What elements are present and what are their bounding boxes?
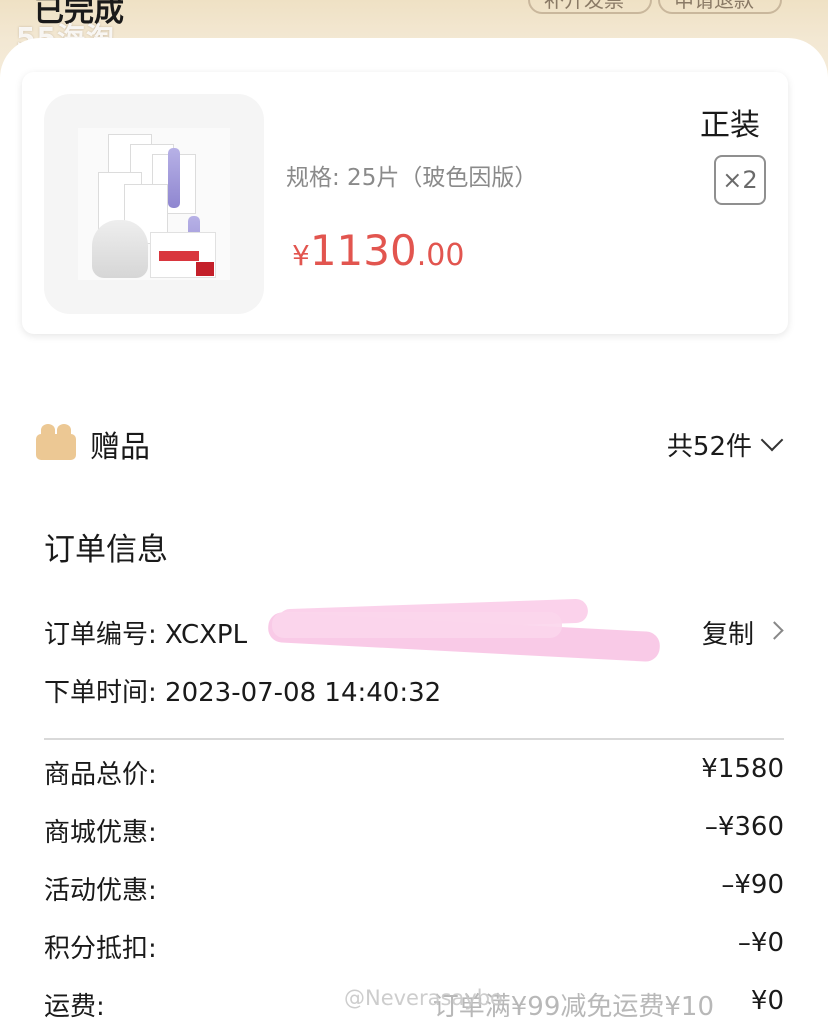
fee-row-points-deduction: 积分抵扣: –¥0 <box>44 928 784 964</box>
fee-label: 积分抵扣: <box>44 934 157 964</box>
price-currency: ¥ <box>292 239 310 272</box>
gift-count: 共52件 <box>666 432 752 462</box>
gift-label: 赠品 <box>90 430 150 465</box>
product-image <box>78 128 230 280</box>
product-card[interactable] <box>22 72 788 334</box>
weibo-watermark: @Neverasaybo <box>344 986 503 1010</box>
price-decimal: .00 <box>416 238 465 273</box>
gift-icon <box>36 424 76 460</box>
product-type-badge: 正装 <box>700 108 760 143</box>
copy-order-number-button[interactable]: 复制 <box>702 614 754 651</box>
order-time-value: 2023-07-08 14:40:32 <box>165 678 442 708</box>
fee-value: –¥90 <box>721 870 784 900</box>
fee-label: 活动优惠: <box>44 876 157 906</box>
divider <box>44 738 784 740</box>
price-integer: 1130 <box>309 226 417 275</box>
fee-label: 商品总价: <box>44 760 157 790</box>
product-box-tab <box>196 262 214 276</box>
order-info-title: 订单信息 <box>44 532 168 568</box>
invoice-button[interactable]: 补开发票 <box>528 0 652 14</box>
fee-value: ¥1580 <box>701 754 784 784</box>
fee-label: 商城优惠: <box>44 818 157 848</box>
product-spec: 规格: 25片（玻色因版） <box>286 165 538 191</box>
quantity-badge: ×2 <box>714 155 766 205</box>
fee-row-activity-discount: 活动优惠: –¥90 <box>44 870 784 906</box>
order-number-row: 订单编号: XCXPL <box>44 614 247 651</box>
order-number-label: 订单编号: <box>44 620 166 650</box>
gift-row[interactable]: 赠品 共52件 <box>36 420 786 465</box>
redaction-scribble <box>267 598 661 666</box>
order-number-value: XCXPL <box>165 620 248 650</box>
refund-button[interactable]: 申请退款 <box>658 0 782 14</box>
chevron-down-icon[interactable] <box>760 428 784 452</box>
fee-value: –¥0 <box>737 928 784 958</box>
order-time-row: 下单时间: 2023-07-08 14:40:32 <box>44 672 441 709</box>
product-thumbnail[interactable] <box>44 94 264 314</box>
fee-row-total: 商品总价: ¥1580 <box>44 754 784 790</box>
face-mask-image <box>92 220 148 278</box>
order-time-label: 下单时间: <box>44 678 166 708</box>
fee-label: 运费: <box>44 992 105 1022</box>
fee-value: ¥0 <box>750 986 784 1016</box>
serum-vial-image <box>168 148 180 208</box>
fee-row-mall-discount: 商城优惠: –¥360 <box>44 812 784 848</box>
product-price: ¥1130.00 <box>292 226 464 275</box>
fee-value: –¥360 <box>704 812 784 842</box>
